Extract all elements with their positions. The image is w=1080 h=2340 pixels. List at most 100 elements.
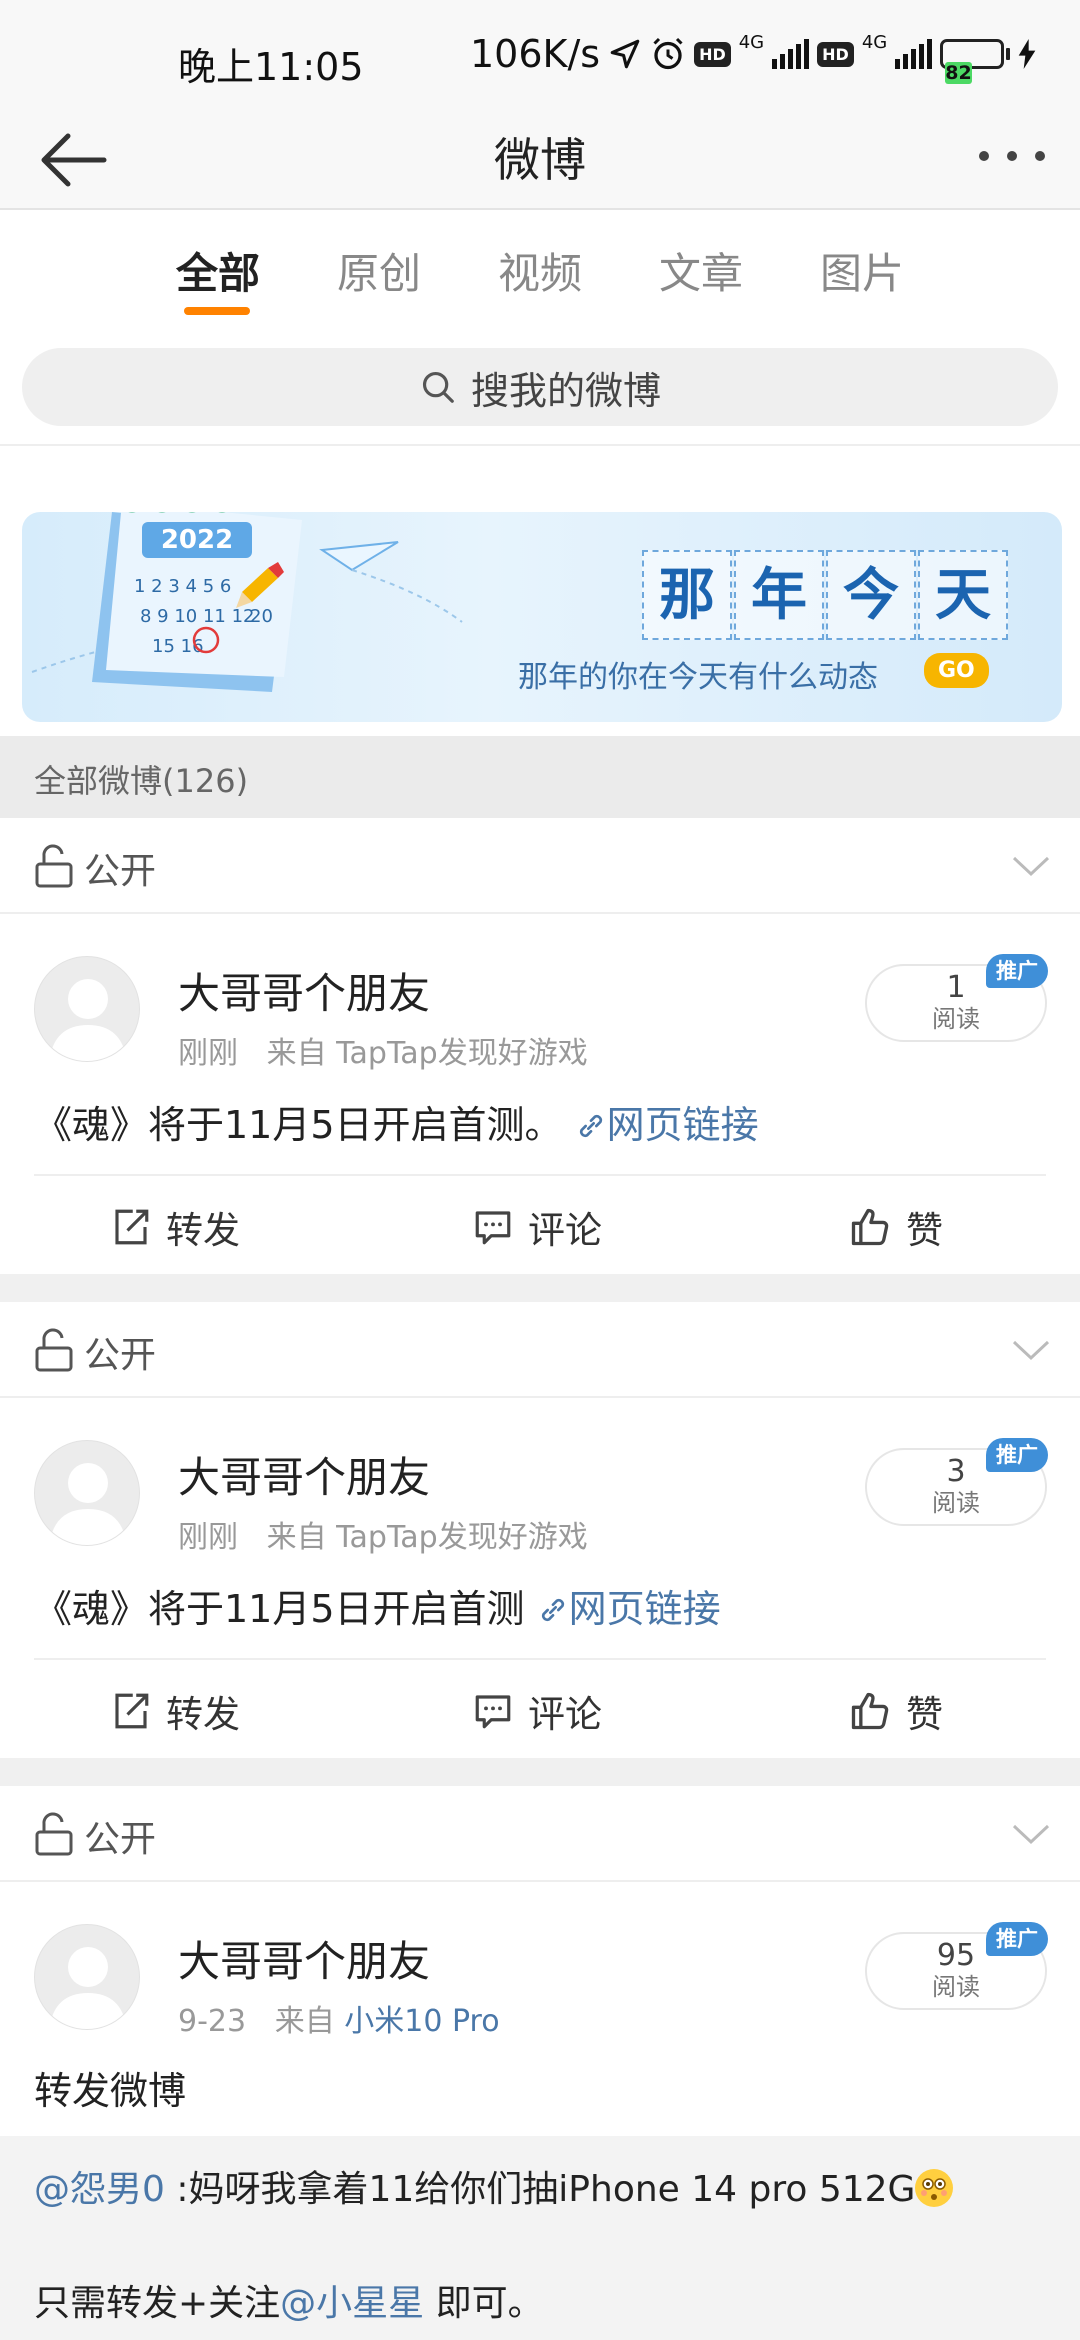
tab-video[interactable]: 视频	[498, 240, 582, 301]
promo-badge[interactable]: 推广	[986, 1922, 1048, 1956]
tab-article[interactable]: 文章	[659, 240, 743, 301]
tab-original[interactable]: 原创	[337, 240, 421, 301]
repost-text-1: :妈呀我拿着11给你们抽iPhone 14 pro 512G	[164, 2169, 916, 2210]
network-speed: 106K/s	[470, 32, 601, 76]
author-name[interactable]: 大哥哥个朋友	[178, 960, 430, 1021]
post-body: 转发微博	[34, 2069, 187, 2113]
post-card-3: 公开 大哥哥个朋友 9-23 来自 小米10 Pro 95 阅读 推广 转发微博	[0, 1786, 1080, 2136]
thumbs-up-icon	[851, 1208, 889, 1246]
battery-level: 82	[945, 62, 972, 84]
privacy-row[interactable]: 公开	[0, 818, 1080, 914]
tab-image[interactable]: 图片	[820, 240, 904, 301]
repost-label: 转发	[166, 1209, 240, 1252]
network-type-1: 4G	[738, 31, 765, 53]
post-meta: 刚刚 来自 TapTap发现好游戏	[178, 1028, 588, 1072]
chevron-down-icon[interactable]	[1010, 848, 1052, 884]
like-button[interactable]: 赞	[848, 1200, 943, 1254]
post-actions: 转发 评论 赞	[34, 1174, 1046, 1274]
link-icon	[579, 1114, 602, 1138]
repost-button[interactable]: 转发	[110, 1200, 240, 1254]
post-time: 刚刚	[178, 1520, 238, 1555]
mention-link[interactable]: @小星星	[280, 2283, 424, 2324]
comment-icon	[475, 1211, 511, 1245]
post-card-2: 公开 大哥哥个朋友 刚刚 来自 TapTap发现好游戏 3 阅读 推广 《魂》将…	[0, 1302, 1080, 1758]
unlock-icon	[35, 1812, 73, 1856]
nav-bar: 微博	[0, 110, 1080, 210]
avatar[interactable]	[34, 1924, 140, 2030]
search-section: 搜我的微博	[0, 324, 1080, 446]
like-button[interactable]: 赞	[848, 1684, 943, 1738]
privacy-row[interactable]: 公开	[0, 1302, 1080, 1398]
banner-go-button[interactable]: GO	[924, 653, 989, 688]
post-text: 《魂》将于11月5日开启首测。 网页链接	[34, 1094, 759, 1149]
page-title: 微博	[494, 133, 586, 187]
web-link[interactable]: 网页链接	[537, 1587, 721, 1631]
charging-icon	[1018, 39, 1036, 69]
promo-badge[interactable]: 推广	[986, 1438, 1048, 1472]
comment-label: 评论	[528, 1209, 602, 1252]
svg-text:8 9 10 11 12: 8 9 10 11 12	[140, 606, 255, 627]
tab-all[interactable]: 全部	[176, 240, 260, 301]
flushed-face-emoji-icon	[915, 2169, 954, 2207]
chevron-down-icon[interactable]	[1010, 1332, 1052, 1368]
section-header: 全部微博(126)	[0, 736, 1080, 818]
privacy-label: 公开	[84, 1819, 157, 1860]
repost-text-2-suffix: 即可。	[424, 2283, 544, 2324]
active-tab-indicator	[184, 307, 250, 315]
avatar[interactable]	[34, 1440, 140, 1546]
post-text: 《魂》将于11月5日开启首测 网页链接	[34, 1578, 721, 1633]
battery-icon: 82	[940, 39, 1011, 84]
banner-title-char-1: 那	[642, 550, 732, 640]
hd-badge-2: HD	[817, 41, 854, 67]
banner-title-char-4: 天	[918, 550, 1008, 640]
card-gap	[0, 1274, 1080, 1302]
reposted-content[interactable]: @怨男0 :妈呀我拿着11给你们抽iPhone 14 pro 512G 只需转发…	[0, 2136, 1080, 2340]
read-label: 阅读	[932, 1005, 980, 1033]
repost-button[interactable]: 转发	[110, 1684, 240, 1738]
web-link-label: 网页链接	[606, 1103, 759, 1147]
chevron-down-icon[interactable]	[1010, 1816, 1052, 1852]
link-icon	[541, 1598, 564, 1622]
post-meta: 刚刚 来自 TapTap发现好游戏	[178, 1512, 588, 1556]
comment-button[interactable]: 评论	[472, 1684, 602, 1738]
status-time: 晚上11:05	[178, 45, 364, 89]
search-icon	[422, 371, 454, 403]
search-input[interactable]: 搜我的微博	[22, 348, 1058, 426]
post-body: 《魂》将于11月5日开启首测	[34, 1587, 525, 1631]
alarm-icon	[653, 37, 683, 70]
like-label: 赞	[906, 1209, 943, 1252]
promo-badge[interactable]: 推广	[986, 954, 1048, 988]
web-link[interactable]: 网页链接	[575, 1103, 759, 1147]
privacy-label: 公开	[84, 851, 157, 892]
avatar[interactable]	[34, 956, 140, 1062]
author-name[interactable]: 大哥哥个朋友	[178, 1444, 430, 1505]
status-indicators: 106K/s HD 4G HD 4G 82	[470, 31, 1036, 84]
banner-section: 2022 1 2 3 4 5 6 8 9 10 11 12 15 16 20 那…	[0, 446, 1080, 736]
repost-label: 转发	[166, 1693, 240, 1736]
calendar-illustration: 2022 1 2 3 4 5 6 8 9 10 11 12 15 16 20	[31, 512, 463, 692]
post-card-1: 公开 大哥哥个朋友 刚刚 来自 TapTap发现好游戏 1 阅读 推广 《魂》将…	[0, 818, 1080, 1274]
status-bar: 晚上11:05 106K/s HD 4G HD 4G 82	[0, 0, 1080, 110]
privacy-row[interactable]: 公开	[0, 1786, 1080, 1882]
comment-button[interactable]: 评论	[472, 1200, 602, 1254]
privacy-label: 公开	[84, 1335, 157, 1376]
banner-subtitle: 那年的你在今天有什么动态	[518, 660, 878, 695]
post-source: TapTap发现好游戏	[336, 1520, 588, 1555]
repost-icon	[115, 1693, 149, 1729]
signal-bars-2-icon	[895, 39, 933, 69]
source-prefix: 来自	[266, 1520, 327, 1555]
post-actions: 转发 评论 赞	[34, 1658, 1046, 1758]
repost-line-2: 只需转发+关注@小星星 即可。	[34, 2274, 544, 2326]
location-icon	[610, 39, 640, 69]
unlock-icon	[35, 1328, 73, 1372]
more-dots-icon[interactable]	[974, 136, 1050, 176]
svg-text:20: 20	[250, 606, 273, 627]
mention-link[interactable]: @怨男0	[34, 2169, 165, 2210]
post-source-link[interactable]: 小米10 Pro	[344, 2004, 499, 2039]
author-name[interactable]: 大哥哥个朋友	[178, 1928, 430, 1989]
network-type-2: 4G	[861, 31, 888, 53]
on-this-day-banner[interactable]: 2022 1 2 3 4 5 6 8 9 10 11 12 15 16 20 那…	[22, 512, 1062, 722]
comment-icon	[475, 1695, 511, 1729]
search-placeholder: 搜我的微博	[470, 368, 661, 413]
signal-bars-1-icon	[772, 39, 810, 69]
